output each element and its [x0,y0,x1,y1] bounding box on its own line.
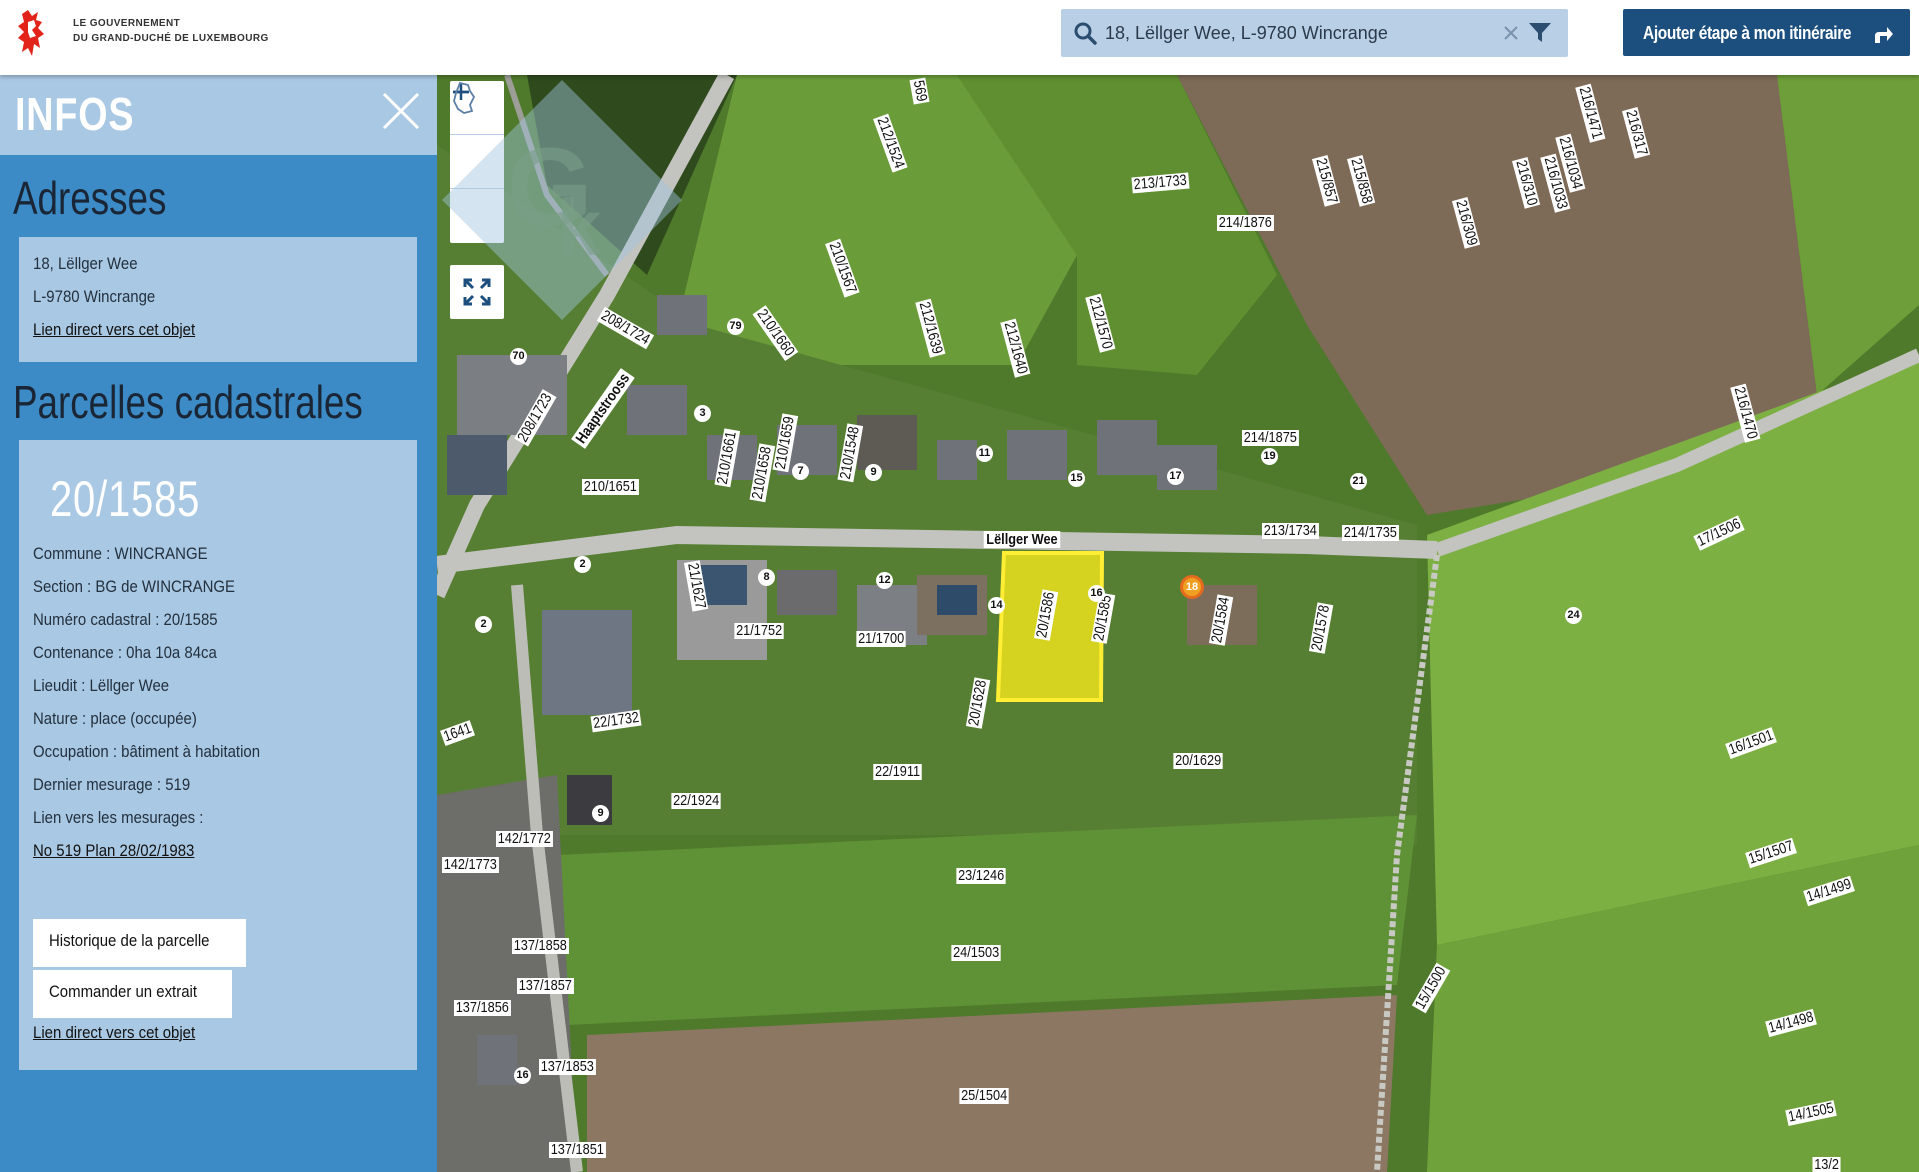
parcel-section: Section : BG de WINCRANGE [33,577,236,596]
parcels-heading: Parcelles cadastrales [13,376,363,428]
sidebar-header: INFOS [0,75,437,155]
house-number: 16 [1088,585,1105,602]
parcel-nature: Nature : place (occupée) [33,709,197,728]
clear-search-icon[interactable] [1501,23,1521,43]
parcel-label: 137/1851 [548,1141,606,1158]
parcel-history-label: Historique de la parcelle [49,931,210,950]
add-route-step-button[interactable]: Ajouter étape à mon itinéraire [1623,9,1910,56]
house-number: 16 [514,1067,531,1084]
parcel-label: 24/1503 [951,944,1001,961]
parcel-last-measurement: Dernier mesurage : 519 [33,775,191,794]
parcel-label: 21/1752 [734,622,784,639]
house-number: 7 [792,463,809,480]
parcel-label: 137/1858 [511,937,569,954]
parcel-label: 25/1504 [959,1087,1009,1104]
parcel-label: 142/1772 [495,830,553,847]
parcel-label: 137/1856 [453,999,511,1016]
parcel-contenance: Contenance : 0ha 10a 84ca [33,643,217,662]
order-extract-button[interactable]: Commander un extrait [33,970,233,1018]
house-number: 24 [1565,607,1582,624]
filter-icon[interactable] [1528,22,1552,44]
app-header: LE GOUVERNEMENT DU GRAND-DUCHÉ DE LUXEMB… [0,0,1919,75]
parcel-label: 142/1773 [441,856,499,873]
parcel-label: 23/1246 [956,867,1006,884]
svg-text:k: k [557,183,602,272]
address-direct-link[interactable]: Lien direct vers cet objet [33,320,195,340]
address-line2: L-9780 Wincrange [33,287,156,306]
parcel-label: 21/1700 [856,630,906,647]
parcel-label: 20/1629 [1173,752,1223,769]
parcel-commune: Commune : WINCRANGE [33,544,208,563]
search-bar[interactable] [1061,9,1568,57]
parcel-label: 569 [909,77,931,105]
house-number: 9 [865,464,882,481]
parcel-direct-link[interactable]: Lien direct vers cet objet [33,1023,195,1043]
parcel-history-button[interactable]: Historique de la parcelle [33,919,247,967]
parcel-label: 137/1853 [538,1058,596,1075]
selected-address-number: 18 [1185,581,1199,593]
address-line1: 18, Lëllger Wee [33,254,138,273]
addresses-heading: Adresses [13,172,167,224]
house-number: 19 [1261,448,1278,465]
parcel-card: 20/1585 Commune : WINCRANGE Section : BG… [19,440,417,1070]
parcel-number: 20/1585 [50,471,201,527]
parcel-label: 210/1651 [581,478,639,495]
parcel-label: 214/1735 [1341,524,1399,541]
parcel-label: 137/1857 [516,977,574,994]
house-number: 14 [988,597,1005,614]
measurement-plan-link[interactable]: No 519 Plan 28/02/1983 [33,841,194,861]
street-label: Lëllger Wee [983,531,1061,548]
info-sidebar: INFOS Adresses 18, Lëllger Wee L-9780 Wi… [0,75,437,1172]
house-number: 79 [727,318,744,335]
house-number: 12 [876,572,893,589]
parcel-occupation: Occupation : bâtiment à habitation [33,742,261,761]
parcel-label: 214/1875 [1241,429,1299,446]
parcel-label: 22/1924 [671,792,721,809]
aerial-map[interactable]: 569 212/1524 213/1733 214/1876 215/857 2… [437,75,1919,1172]
house-number: 21 [1350,473,1367,490]
house-number: 11 [976,445,993,462]
parcel-cadastral-number: Numéro cadastral : 20/1585 [33,610,218,629]
order-extract-label: Commander un extrait [49,982,198,1001]
house-number: 8 [758,569,775,586]
house-number: 2 [475,616,492,633]
parcel-label: 22/1911 [873,763,922,780]
house-number: 70 [510,348,527,365]
parcel-label: 13/2 [1812,1156,1841,1172]
parcel-label: 213/1734 [1261,522,1319,539]
parcel-lieudit: Lieudit : Lëllger Wee [33,676,170,695]
turn-right-arrow-icon [1875,27,1893,43]
house-number: 15 [1068,470,1085,487]
government-title-line2: DU GRAND-DUCHÉ DE LUXEMBOURG [73,33,269,44]
parcel-label: 214/1876 [1216,214,1274,231]
house-number: 2 [574,556,591,573]
parcel-measurements-label: Lien vers les mesurages : [33,808,204,827]
luxembourg-lion-logo-icon[interactable] [14,8,50,58]
house-number: 17 [1167,468,1184,485]
search-input[interactable] [1105,17,1485,49]
house-number: 3 [694,405,711,422]
address-card: 18, Lëllger Wee L-9780 Wincrange Lien di… [19,237,417,362]
government-title-line1: LE GOUVERNEMENT [73,18,181,29]
close-icon[interactable] [381,91,421,131]
gk-watermark-logo: G k [442,80,682,320]
selected-address-marker[interactable]: 18 [1180,575,1204,599]
government-title: LE GOUVERNEMENT DU GRAND-DUCHÉ DE LUXEMB… [73,16,269,46]
house-number: 9 [592,805,609,822]
add-route-step-label: Ajouter étape à mon itinéraire [1643,23,1852,43]
search-icon[interactable] [1073,21,1097,45]
sidebar-title: INFOS [15,88,135,140]
